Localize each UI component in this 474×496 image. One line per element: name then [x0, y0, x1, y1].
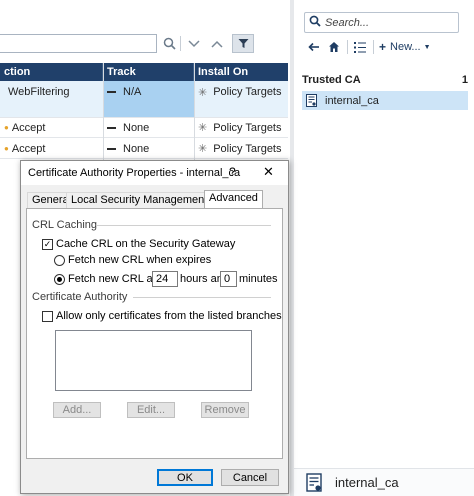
tab-advanced[interactable]: Advanced [204, 190, 263, 209]
category-count: 1 [461, 74, 468, 86]
dash-icon [107, 91, 116, 93]
column-header-action[interactable]: ction [0, 63, 103, 81]
track-cell: N/A [103, 81, 194, 117]
table-row[interactable]: ● Accept None ✳ Policy Targets [0, 139, 288, 159]
certificate-icon [306, 472, 323, 493]
column-divider [103, 63, 104, 163]
new-button-label: New... [390, 41, 421, 53]
toolbar-separator [347, 40, 348, 54]
caret-down-icon: ▼ [423, 43, 431, 51]
cancel-button[interactable]: Cancel [221, 469, 279, 486]
home-icon[interactable] [326, 39, 342, 55]
plus-icon: + [379, 40, 387, 54]
action-cell: WebFiltering [0, 81, 103, 117]
dialog-title: Certificate Authority Properties - inter… [28, 167, 241, 179]
accept-icon: ● [4, 144, 9, 153]
objects-pane: + New... ▼ Trusted CA 1 internal_ca inte… [294, 0, 474, 496]
action-value: WebFiltering [8, 86, 70, 98]
dash-icon [107, 147, 116, 150]
ca-properties-dialog: Certificate Authority Properties - inter… [20, 160, 289, 494]
rulebase-header: ction Track Install On [0, 63, 288, 81]
object-search-field[interactable] [304, 12, 459, 33]
install-on-cell: ✳ Policy Targets [194, 118, 288, 137]
chevron-up-icon[interactable] [206, 34, 228, 53]
selected-object-name: internal_ca [335, 475, 399, 490]
fetch-after-radio[interactable] [54, 273, 65, 285]
track-value: N/A [123, 86, 142, 98]
column-divider [194, 63, 195, 163]
crl-caching-group-label: CRL Caching [32, 219, 98, 231]
toolbar-separator [180, 36, 181, 51]
track-value: None [123, 142, 150, 155]
search-icon[interactable] [158, 34, 180, 53]
list-item[interactable]: internal_ca [302, 91, 468, 110]
selected-object-summary: internal_ca [294, 468, 474, 496]
track-cell: None [103, 118, 194, 137]
install-on-cell: ✳ Policy Targets [194, 139, 288, 158]
remove-button[interactable]: Remove [201, 402, 249, 418]
accept-icon: ● [4, 123, 9, 132]
dash-icon [107, 126, 116, 129]
column-header-track[interactable]: Track [103, 63, 194, 81]
ok-button[interactable]: OK [157, 469, 213, 486]
install-on-cell: ✳ Policy Targets [194, 81, 288, 117]
action-cell: ● Accept [0, 118, 103, 137]
table-row[interactable]: ● Accept None ✳ Policy Targets [0, 118, 288, 138]
rulebase-search-input[interactable] [0, 34, 157, 53]
certificate-icon [306, 94, 317, 107]
track-value: None [123, 121, 150, 134]
toolbar-separator [373, 40, 374, 54]
allow-branches-checkbox-row[interactable]: Allow only certificates from the listed … [42, 310, 282, 322]
action-value: Accept [11, 142, 46, 155]
category-header[interactable]: Trusted CA 1 [302, 74, 468, 88]
fetch-when-expires-radio[interactable] [54, 254, 65, 266]
track-cell: None [103, 139, 194, 158]
install-on-value: Policy Targets [213, 86, 282, 98]
category-label: Trusted CA [302, 74, 361, 86]
table-row[interactable]: WebFiltering N/A ✳ Policy Targets [0, 81, 288, 118]
policy-targets-icon: ✳ [198, 122, 208, 134]
cache-crl-label: Cache CRL on the Security Gateway [56, 238, 236, 250]
cache-crl-checkbox[interactable]: ✓ [42, 238, 53, 250]
group-divider [133, 297, 271, 298]
policy-targets-icon: ✳ [198, 87, 208, 99]
column-header-install-on[interactable]: Install On [194, 63, 288, 81]
fetch-when-expires-row[interactable]: Fetch new CRL when expires [54, 254, 211, 266]
search-icon [309, 15, 321, 30]
install-on-value: Policy Targets [213, 142, 282, 155]
list-item-label: internal_ca [325, 94, 379, 107]
object-search-input[interactable] [325, 16, 445, 29]
branches-list[interactable] [55, 330, 252, 391]
allow-branches-checkbox[interactable] [42, 310, 53, 322]
back-arrow-icon[interactable] [306, 39, 322, 55]
action-value: Accept [11, 121, 46, 134]
group-divider [97, 225, 271, 226]
help-button[interactable]: ? [229, 165, 236, 179]
certificate-authority-group-label: Certificate Authority [32, 291, 128, 303]
install-on-value: Policy Targets [213, 121, 282, 134]
action-cell: ● Accept [0, 139, 103, 158]
dialog-title-bar[interactable]: Certificate Authority Properties - inter… [21, 161, 288, 185]
close-icon[interactable]: ✕ [263, 164, 274, 180]
radio-selected-dot [57, 276, 62, 282]
chevron-down-icon[interactable] [183, 34, 205, 53]
add-button[interactable]: Add... [53, 402, 101, 418]
filter-icon[interactable] [232, 34, 254, 53]
minutes-label: minutes [239, 273, 278, 285]
new-object-button[interactable]: + New... ▼ [379, 39, 435, 55]
minutes-input[interactable]: 0 [220, 271, 237, 287]
hours-input[interactable]: 24 [152, 271, 178, 287]
fetch-when-expires-label: Fetch new CRL when expires [68, 254, 212, 266]
edit-button[interactable]: Edit... [127, 402, 175, 418]
list-view-icon[interactable] [352, 39, 368, 55]
cache-crl-checkbox-row[interactable]: ✓ Cache CRL on the Security Gateway [42, 238, 235, 250]
policy-targets-icon: ✳ [198, 143, 208, 155]
allow-branches-label: Allow only certificates from the listed … [56, 310, 282, 322]
